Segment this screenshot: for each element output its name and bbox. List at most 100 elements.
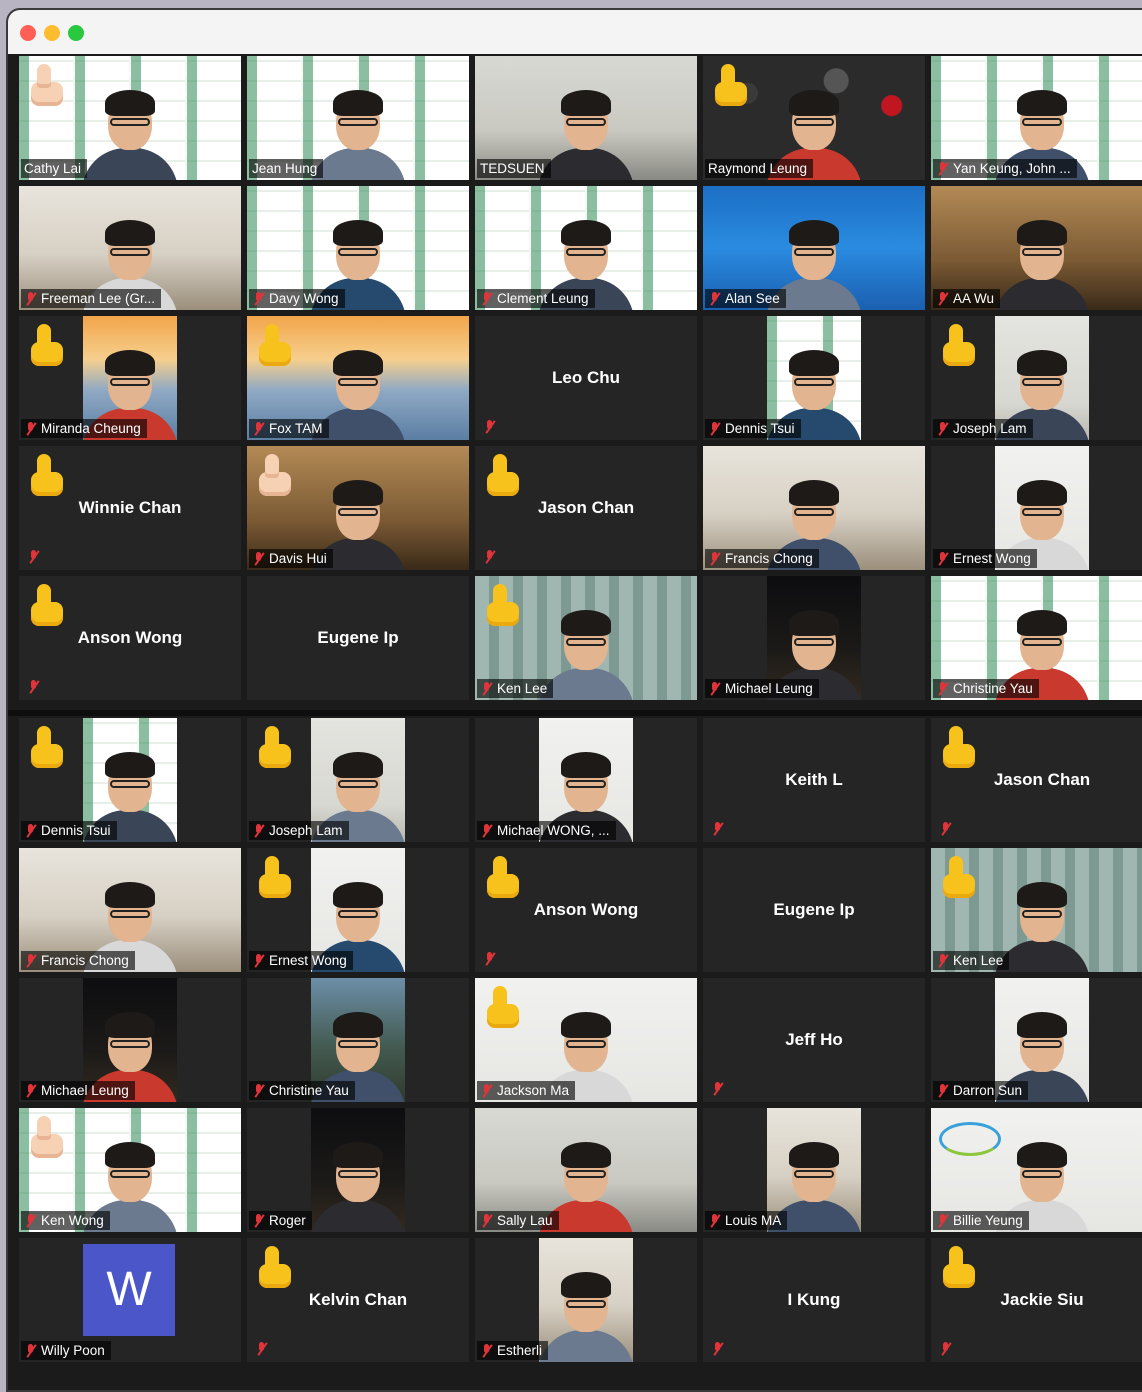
participant-name-label: Sally Lau [477,1211,559,1230]
participant-tile[interactable]: Anson Wong [475,848,697,972]
participant-name-label: Christine Yau [249,1081,355,1100]
participant-name: Ken Lee [497,681,548,696]
participant-tile[interactable]: Ernest Wong [247,848,469,972]
mic-muted-icon [24,1213,37,1228]
participant-name: Francis Chong [41,953,129,968]
participant-name-label: Louis MA [705,1211,788,1230]
participant-tile[interactable]: Kelvin Chan [247,1238,469,1362]
mic-muted-icon [939,822,952,836]
participant-name: Willy Poon [41,1343,105,1358]
participant-name: Ernest Wong [953,551,1031,566]
participant-tile[interactable]: Darron Sun [931,978,1142,1102]
participant-name: Cathy Lai [24,161,82,176]
participant-tile[interactable]: Francis Chong [703,446,925,570]
participant-tile[interactable]: Michael Leung [19,978,241,1102]
participant-tile[interactable]: Sally Lau [475,1108,697,1232]
participant-tile[interactable]: Ken Lee [931,848,1142,972]
participant-tile[interactable]: I Kung [703,1238,925,1362]
mic-muted-icon [252,1213,265,1228]
participant-name-label: Dennis Tsui [21,821,117,840]
participant-tile[interactable]: Joseph Lam [931,316,1142,440]
participant-tile[interactable]: Leo Chu [475,316,697,440]
participant-tile[interactable]: Roger [247,1108,469,1232]
participant-tile[interactable]: Jeff Ho [703,978,925,1102]
participant-tile[interactable]: Freeman Lee (Gr... [19,186,241,310]
participant-tile[interactable]: Christine Yau [247,978,469,1102]
participant-name: Raymond Leung [708,161,808,176]
thumbs-up-reaction-icon [941,726,977,770]
participant-tile[interactable]: Anson Wong [19,576,241,700]
participant-name-label: Davis Hui [249,549,333,568]
participant-name: Fox TAM [269,421,323,436]
participant-tile[interactable]: Jackie Siu [931,1238,1142,1362]
minimize-window-button[interactable] [44,25,60,41]
participant-tile[interactable]: Dennis Tsui [703,316,925,440]
participant-name-center: Leo Chu [552,368,620,387]
participant-name-label: Michael WONG, ... [477,821,616,840]
participant-name-label: Cathy Lai [21,159,88,178]
participant-name-label: Miranda Cheung [21,419,147,438]
participant-name: Francis Chong [725,551,813,566]
participant-name-label: Francis Chong [705,549,819,568]
participant-tile[interactable]: Yan Keung, John ... [931,56,1142,180]
mic-muted-icon [24,1083,37,1098]
participant-name: Christine Yau [269,1083,349,1098]
participant-tile[interactable]: Francis Chong [19,848,241,972]
participant-tile[interactable]: Jason Chan [931,718,1142,842]
participant-tile[interactable]: Jackson Ma [475,978,697,1102]
participant-name-label: Ken Wong [21,1211,110,1230]
participant-tile[interactable]: Miranda Cheung [19,316,241,440]
participant-tile[interactable]: Fox TAM [247,316,469,440]
participant-name: Estherli [497,1343,543,1358]
participant-tile[interactable]: Davy Wong [247,186,469,310]
participant-name: Christine Yau [953,681,1033,696]
participant-name-center: Anson Wong [77,628,183,647]
mic-muted-icon [252,1083,265,1098]
participant-tile[interactable]: Eugene Ip [703,848,925,972]
participant-tile[interactable]: Davis Hui [247,446,469,570]
participant-tile[interactable]: Louis MA [703,1108,925,1232]
participant-tile[interactable]: Jason Chan [475,446,697,570]
participant-tile[interactable]: W Willy Poon [19,1238,241,1362]
participant-name-label: Davy Wong [249,289,345,308]
participant-name: Dennis Tsui [41,823,111,838]
participant-name-center: Jason Chan [537,498,635,517]
participant-tile[interactable]: Cathy Lai [19,56,241,180]
participant-tile[interactable]: Joseph Lam [247,718,469,842]
mic-muted-icon [936,681,949,696]
participant-tile[interactable]: Ernest Wong [931,446,1142,570]
thumbs-up-reaction-icon [257,324,293,368]
participant-tile[interactable]: Michael WONG, ... [475,718,697,842]
participant-tile[interactable]: Ken Lee [475,576,697,700]
participant-tile[interactable]: Estherli [475,1238,697,1362]
participant-name: Joseph Lam [269,823,343,838]
participant-tile[interactable]: Winnie Chan [19,446,241,570]
leap-logo [939,1122,1001,1156]
participant-tile[interactable]: Ken Wong [19,1108,241,1232]
participant-name-label: Christine Yau [933,679,1039,698]
participant-figure [994,212,1090,310]
participant-tile[interactable]: Raymond Leung [703,56,925,180]
participant-tile[interactable]: Jean Hung [247,56,469,180]
mic-muted-icon [711,822,724,836]
participant-tile[interactable]: Christine Yau [931,576,1142,700]
participant-tile[interactable]: AA Wu [931,186,1142,310]
participant-tile[interactable]: Billie Yeung [931,1108,1142,1232]
participant-tile[interactable]: Eugene Ip [247,576,469,700]
participant-name-center: Eugene Ip [317,628,399,647]
participant-tile[interactable]: Michael Leung [703,576,925,700]
participant-tile[interactable]: Alan See [703,186,925,310]
mic-muted-icon [939,1342,952,1356]
zoom-window-button[interactable] [68,25,84,41]
participant-name-center: Jason Chan [993,770,1091,789]
thumbs-up-reaction-icon [29,726,65,770]
participant-tile[interactable]: TEDSUEN [475,56,697,180]
participant-name-label: Ken Lee [933,951,1010,970]
participant-tile[interactable]: Keith L [703,718,925,842]
participant-tile[interactable]: Dennis Tsui [19,718,241,842]
participant-video [538,1238,634,1362]
participant-name: Alan See [725,291,780,306]
participant-tile[interactable]: Clement Leung [475,186,697,310]
close-window-button[interactable] [20,25,36,41]
thumbs-up-reaction-icon [257,856,293,900]
